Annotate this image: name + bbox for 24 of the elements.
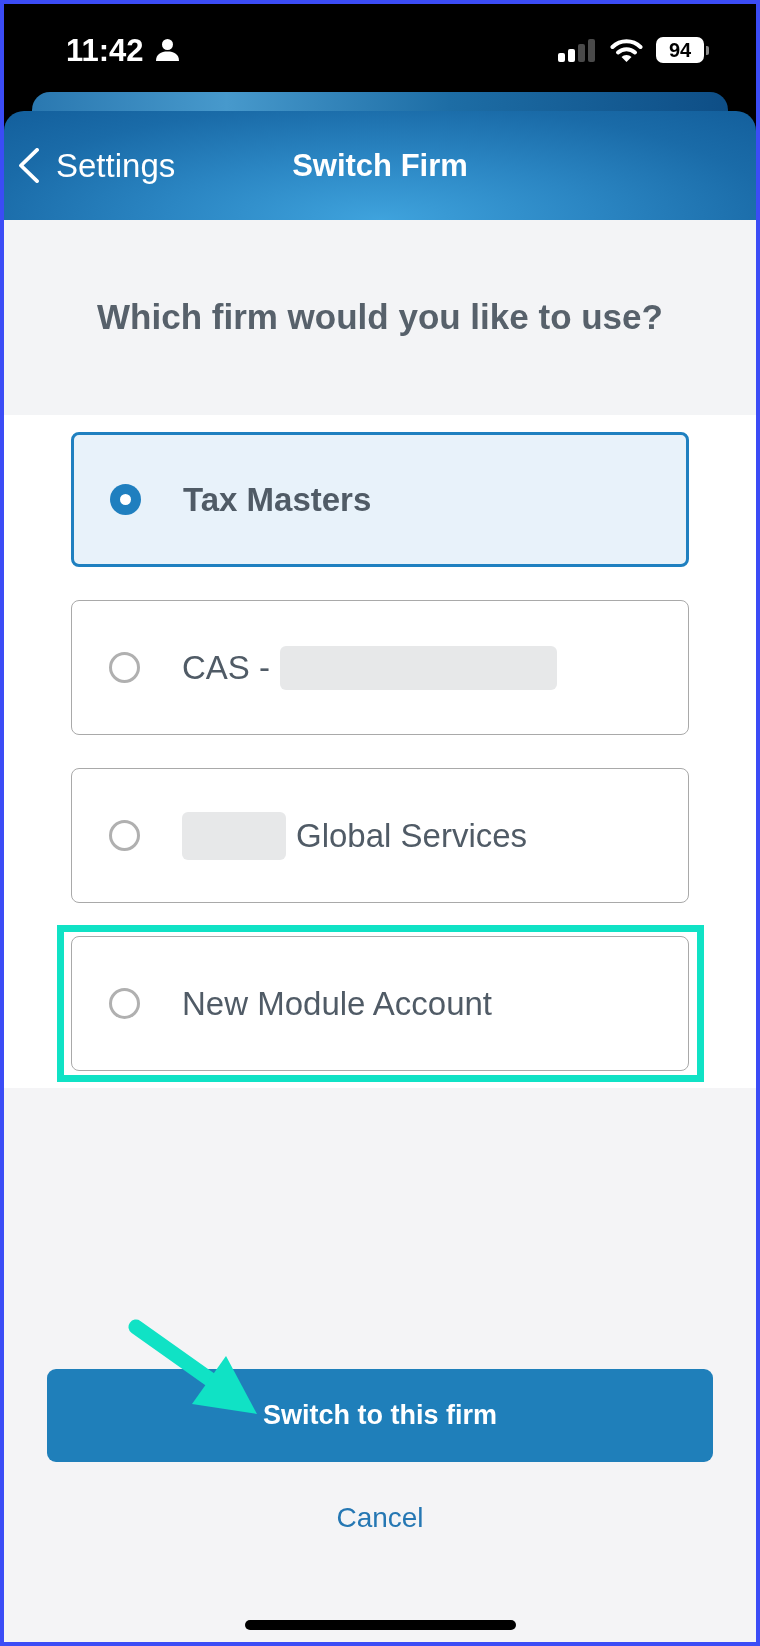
firm-option[interactable]: CAS - (71, 600, 689, 735)
back-button[interactable]: Settings (18, 148, 176, 183)
cellular-signal-icon (558, 38, 597, 62)
radio-button[interactable] (110, 484, 141, 515)
battery-indicator: 94 (656, 37, 704, 63)
page-title: Switch Firm (292, 150, 468, 181)
switch-firm-button[interactable]: Switch to this firm (47, 1369, 713, 1462)
firm-name: CAS - (182, 651, 270, 684)
radio-button[interactable] (109, 820, 140, 851)
firm-option[interactable]: New Module Account (71, 936, 689, 1071)
chevron-left-icon (18, 148, 40, 183)
firm-option[interactable]: Global Services (71, 768, 689, 903)
firm-name: New Module Account (182, 987, 492, 1020)
firm-name: Tax Masters (183, 483, 372, 516)
status-time: 11:42 (66, 34, 144, 66)
radio-button[interactable] (109, 652, 140, 683)
question-heading: Which firm would you like to use? (97, 296, 663, 339)
firm-name: Global Services (296, 819, 528, 852)
wifi-icon (610, 38, 643, 62)
radio-button[interactable] (109, 988, 140, 1019)
firm-option[interactable]: Tax Masters (71, 432, 689, 567)
battery-cap-icon (706, 45, 709, 55)
person-icon (155, 39, 179, 61)
cancel-link[interactable]: Cancel (336, 1500, 424, 1536)
